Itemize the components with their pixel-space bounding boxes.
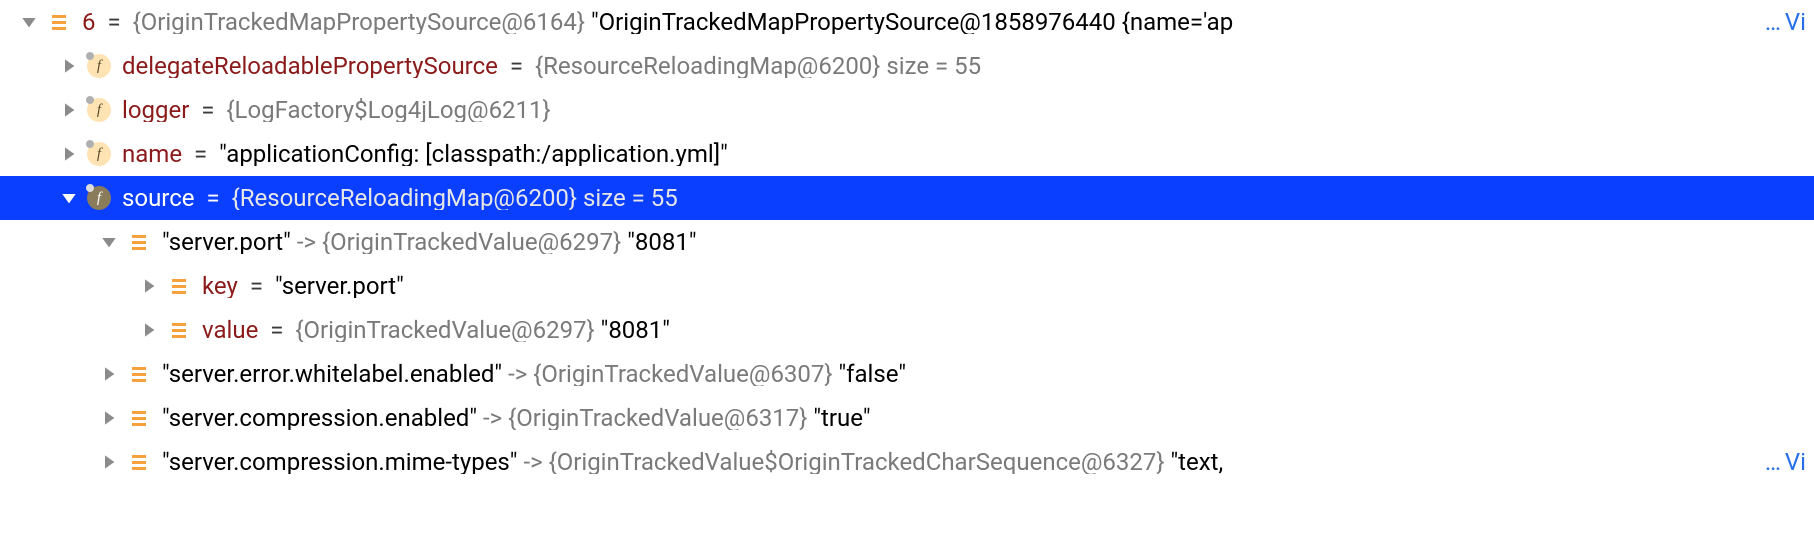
view-link[interactable]: Vi (1785, 450, 1806, 474)
variable-name: logger (122, 98, 189, 122)
object-type: {OriginTrackedValue@6317} (508, 406, 807, 430)
tree-row[interactable]: value = {OriginTrackedValue@6297} "8081" (0, 308, 1814, 352)
array-entry-icon (126, 449, 152, 475)
tree-row-content: "server.compression.mime-types" -> {Orig… (162, 450, 1761, 474)
object-extra: size = 55 (583, 186, 678, 210)
object-type: {OriginTrackedMapPropertySource@6164} (133, 10, 585, 34)
field-icon: f (86, 185, 112, 211)
object-type: {ResourceReloadingMap@6200} (232, 186, 577, 210)
tree-row-content: name = "applicationConfig: [classpath:/a… (122, 142, 1806, 166)
tree-row-content: delegateReloadablePropertySource = {Reso… (122, 54, 1806, 78)
array-entry-icon (166, 273, 192, 299)
variable-name: name (122, 142, 182, 166)
tree-row[interactable]: 6 = {OriginTrackedMapPropertySource@6164… (0, 0, 1814, 44)
field-icon: f (86, 53, 112, 79)
tree-row[interactable]: key = "server.port" (0, 264, 1814, 308)
debugger-variables-tree[interactable]: 6 = {OriginTrackedMapPropertySource@6164… (0, 0, 1814, 484)
variable-value: "true" (813, 406, 870, 430)
variable-value: "applicationConfig: [classpath:/applicat… (219, 142, 728, 166)
variable-value: "server.port" (275, 274, 404, 298)
object-type: {OriginTrackedValue@6297} (295, 318, 594, 342)
truncation-ellipsis: … (1765, 450, 1781, 474)
row-trail: …Vi (1765, 450, 1806, 474)
tree-row[interactable]: "server.compression.mime-types" -> {Orig… (0, 440, 1814, 484)
truncation-ellipsis: … (1765, 10, 1781, 34)
variable-name: key (202, 274, 238, 298)
array-entry-icon (166, 317, 192, 343)
object-extra: size = 55 (886, 54, 981, 78)
tree-row-content: value = {OriginTrackedValue@6297} "8081" (202, 318, 1806, 342)
variable-value: "8081" (627, 230, 696, 254)
chevron-down-icon[interactable] (98, 231, 120, 253)
chevron-right-icon[interactable] (58, 99, 80, 121)
tree-row[interactable]: f name = "applicationConfig: [classpath:/… (0, 132, 1814, 176)
variable-value: "false" (838, 362, 906, 386)
tree-row-content: logger = {LogFactory$Log4jLog@6211} (122, 98, 1806, 122)
chevron-down-icon[interactable] (18, 11, 40, 33)
array-entry-icon (46, 9, 72, 35)
array-entry-icon (126, 361, 152, 387)
variable-value: "8081" (601, 318, 670, 342)
array-entry-icon (126, 405, 152, 431)
chevron-right-icon[interactable] (58, 143, 80, 165)
tree-row[interactable]: "server.compression.enabled" -> {OriginT… (0, 396, 1814, 440)
field-icon: f (86, 97, 112, 123)
tree-row-content: 6 = {OriginTrackedMapPropertySource@6164… (82, 10, 1761, 34)
map-key: "server.port" (162, 230, 291, 254)
variable-value: "text, (1170, 450, 1223, 474)
map-key: "server.compression.mime-types" (162, 450, 518, 474)
tree-row[interactable]: f logger = {LogFactory$Log4jLog@6211} (0, 88, 1814, 132)
tree-row[interactable]: "server.error.whitelabel.enabled" -> {Or… (0, 352, 1814, 396)
chevron-right-icon[interactable] (138, 275, 160, 297)
object-type: {ResourceReloadingMap@6200} (535, 54, 880, 78)
object-type: {OriginTrackedValue@6297} (322, 230, 621, 254)
chevron-right-icon[interactable] (138, 319, 160, 341)
tree-row-content: source = {ResourceReloadingMap@6200} siz… (122, 186, 1806, 210)
field-icon: f (86, 141, 112, 167)
chevron-right-icon[interactable] (98, 363, 120, 385)
chevron-right-icon[interactable] (98, 451, 120, 473)
variable-name: value (202, 318, 258, 342)
variable-name: source (122, 186, 195, 210)
chevron-down-icon[interactable] (58, 187, 80, 209)
tree-row[interactable]: f source = {ResourceReloadingMap@6200} si… (0, 176, 1814, 220)
tree-row-content: "server.compression.enabled" -> {OriginT… (162, 406, 1806, 430)
variable-name: delegateReloadablePropertySource (122, 54, 498, 78)
view-link[interactable]: Vi (1785, 10, 1806, 34)
chevron-right-icon[interactable] (98, 407, 120, 429)
chevron-right-icon[interactable] (58, 55, 80, 77)
row-trail: …Vi (1765, 10, 1806, 34)
map-key: "server.compression.enabled" (162, 406, 477, 430)
array-entry-icon (126, 229, 152, 255)
tree-row-content: "server.port" -> {OriginTrackedValue@629… (162, 230, 1806, 254)
object-type: {LogFactory$Log4jLog@6211} (226, 98, 550, 122)
variable-value: "OriginTrackedMapPropertySource@18589764… (591, 10, 1233, 34)
object-type: {OriginTrackedValue$OriginTrackedCharSeq… (549, 450, 1165, 474)
map-key: "server.error.whitelabel.enabled" (162, 362, 502, 386)
object-type: {OriginTrackedValue@6307} (533, 362, 832, 386)
tree-row-content: key = "server.port" (202, 274, 1806, 298)
variable-name: 6 (82, 10, 96, 34)
tree-row[interactable]: f delegateReloadablePropertySource = {Res… (0, 44, 1814, 88)
tree-row[interactable]: "server.port" -> {OriginTrackedValue@629… (0, 220, 1814, 264)
tree-row-content: "server.error.whitelabel.enabled" -> {Or… (162, 362, 1806, 386)
